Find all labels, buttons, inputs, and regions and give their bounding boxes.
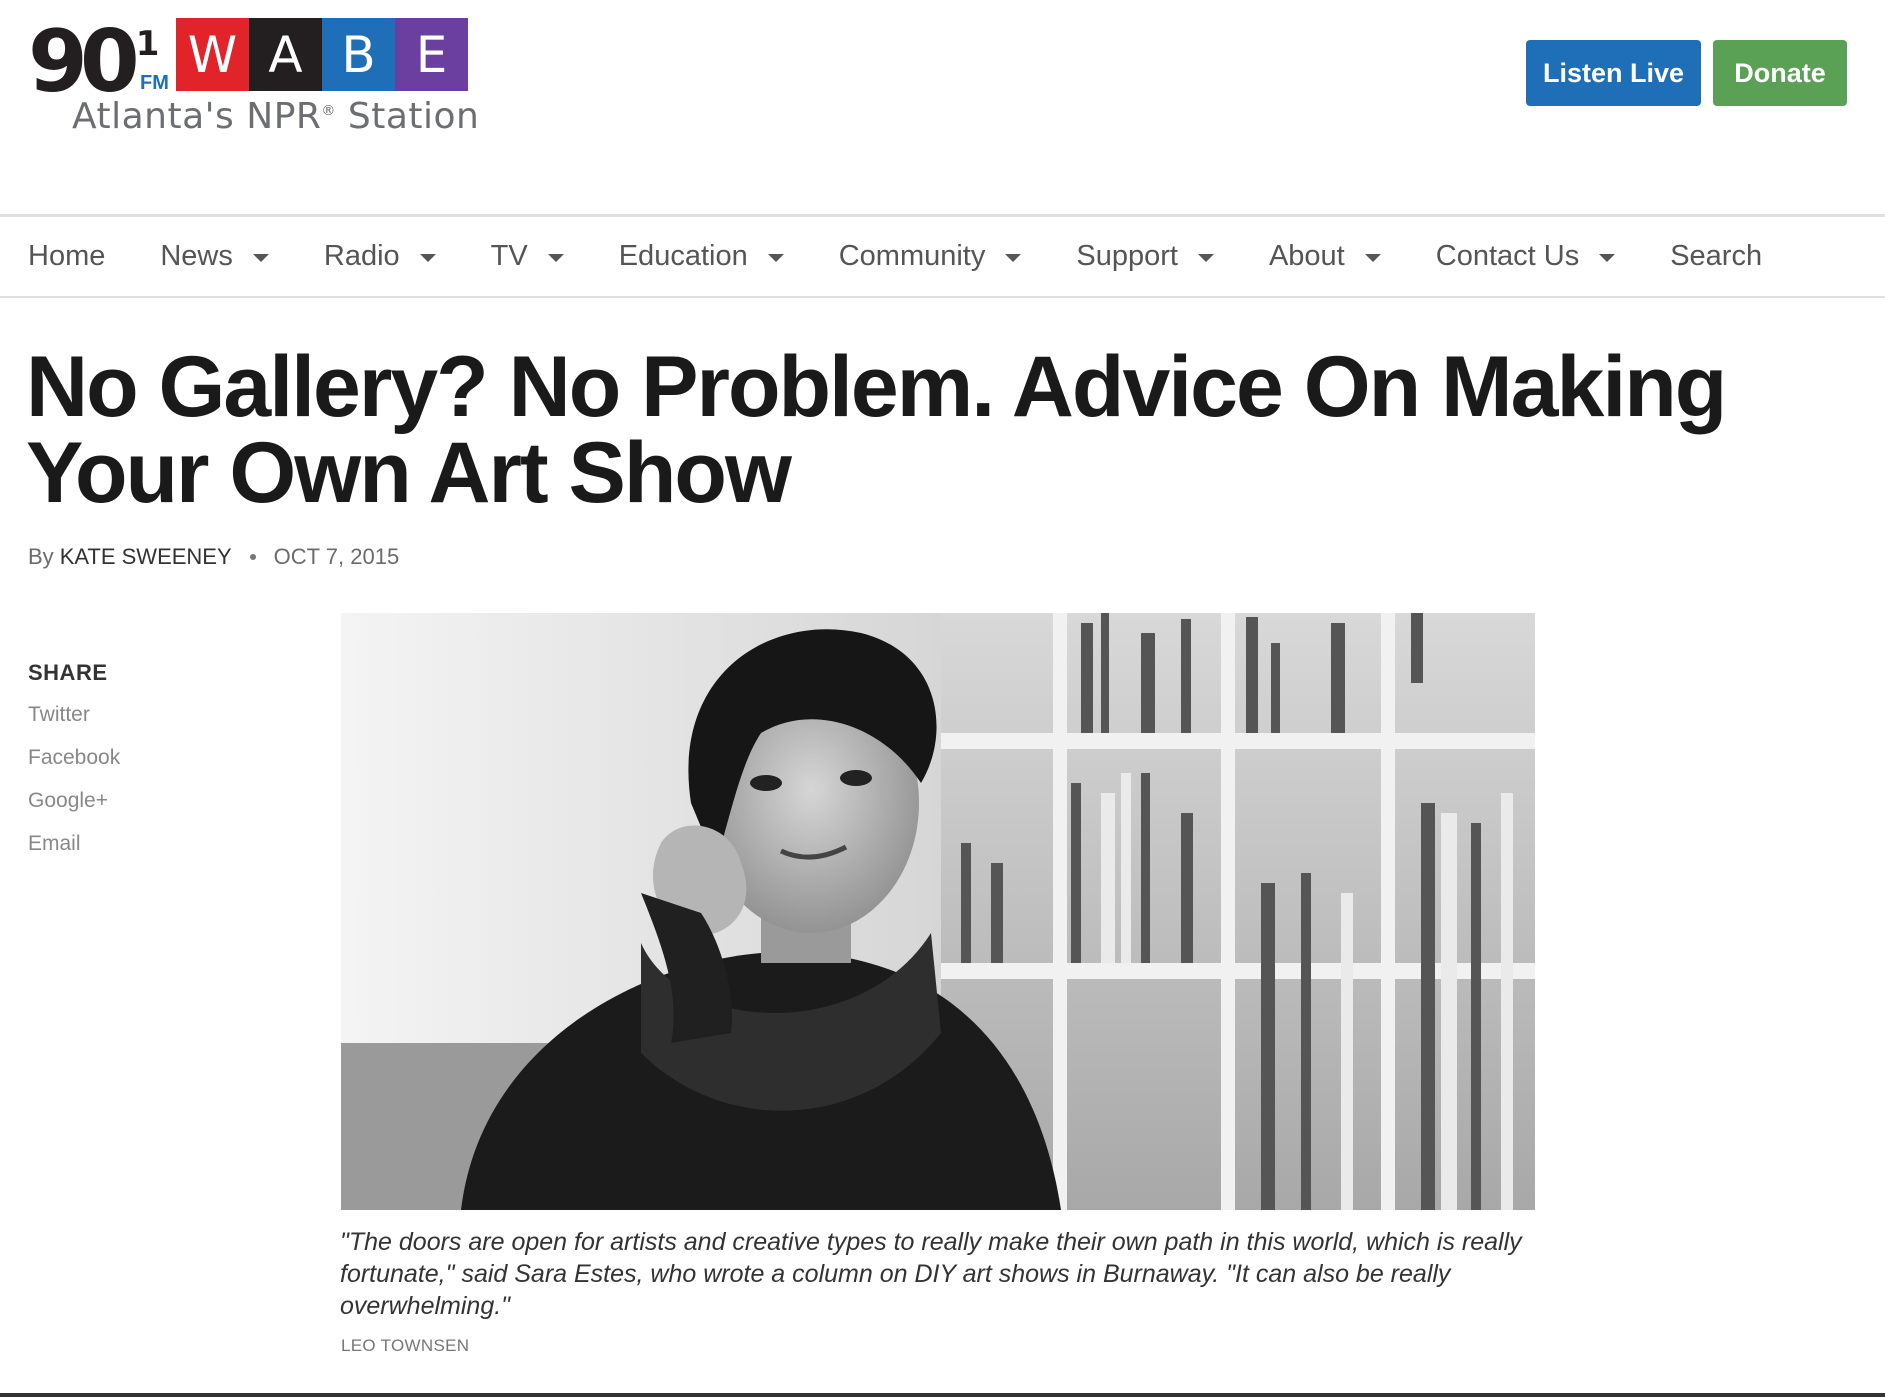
publish-date: OCT 7, 2015 [273, 544, 400, 569]
nav-item-label: Support [1076, 240, 1178, 272]
share-facebook-link[interactable]: Facebook [28, 743, 228, 786]
nav-item-label: Contact Us [1435, 240, 1580, 272]
byline-prefix: By [28, 544, 54, 569]
nav-item-label: News [160, 240, 233, 272]
caret-down-icon[interactable] [1599, 254, 1616, 262]
wabe-logo[interactable]: 90 1 FM W A B E Atlanta's NPR® Station [28, 14, 498, 144]
nav-item-education[interactable]: Education [619, 240, 784, 273]
logo-letter-e: E [395, 18, 468, 91]
author-link[interactable]: KATE SWEENEY [60, 544, 232, 570]
caret-down-icon[interactable] [1197, 254, 1214, 262]
nav-item-label: Community [838, 240, 986, 272]
bottom-divider [0, 1393, 1885, 1397]
caret-down-icon[interactable] [419, 254, 436, 262]
article-photo [341, 613, 1535, 1210]
share-twitter-link[interactable]: Twitter [28, 700, 228, 743]
byline: By KATE SWEENEY OCT 7, 2015 [28, 544, 399, 570]
share-googleplus-link[interactable]: Google+ [28, 786, 228, 829]
logo-letter-b: B [322, 18, 395, 91]
logo-letter-w: W [176, 18, 249, 91]
site-header: 90 1 FM W A B E Atlanta's NPR® Station Li… [0, 0, 1885, 214]
caret-down-icon[interactable] [547, 254, 564, 262]
article-headline: No Gallery? No Problem. Advice On Making… [26, 339, 1727, 521]
photo-credit: LEO TOWNSEN [341, 1336, 470, 1355]
nav-item-community[interactable]: Community [839, 240, 1022, 273]
nav-item-support[interactable]: Support [1076, 240, 1214, 273]
photo-caption: "The doors are open for artists and crea… [340, 1228, 1522, 1320]
main-nav: Home News Radio TV Education Community Support… [0, 214, 1885, 298]
nav-item-label: About [1268, 240, 1345, 272]
nav-item-home[interactable]: Home [28, 240, 105, 273]
nav-item-label: Search [1670, 240, 1763, 272]
nav-item-news[interactable]: News [160, 240, 269, 273]
caret-down-icon[interactable] [767, 254, 784, 262]
nav-item-search[interactable]: Search [1670, 240, 1762, 273]
nav-item-label: Radio [323, 240, 400, 272]
listen-live-button[interactable]: Listen Live [1526, 40, 1701, 106]
share-email-link[interactable]: Email [28, 829, 228, 872]
logo-tagline: Atlanta's NPR® Station [72, 96, 480, 137]
nav-item-label: Education [618, 240, 748, 272]
caret-down-icon[interactable] [1364, 254, 1381, 262]
logo-letters: W A B E [176, 18, 468, 91]
nav-item-tv[interactable]: TV [491, 240, 564, 273]
portrait-illustration [341, 613, 1535, 1210]
caret-down-icon[interactable] [252, 254, 269, 262]
nav-items: Home News Radio TV Education Community Support… [28, 217, 1817, 296]
nav-item-radio[interactable]: Radio [324, 240, 436, 273]
logo-letter-a: A [249, 18, 322, 91]
share-panel: SHARE Twitter Facebook Google+ Email [28, 660, 228, 872]
share-title: SHARE [28, 660, 108, 685]
logo-fm: FM [140, 72, 169, 94]
nav-item-label: Home [28, 240, 106, 272]
nav-item-label: TV [490, 240, 528, 272]
nav-item-about[interactable]: About [1269, 240, 1381, 273]
donate-button[interactable]: Donate [1713, 40, 1847, 106]
byline-separator [249, 554, 256, 560]
nav-item-contact-us[interactable]: Contact Us [1435, 240, 1616, 273]
caret-down-icon[interactable] [1005, 254, 1022, 262]
